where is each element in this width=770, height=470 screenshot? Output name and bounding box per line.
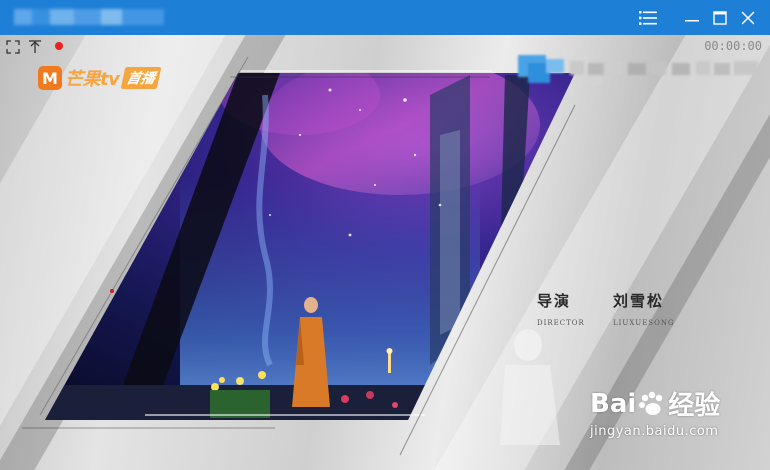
watermark-url: jingyan.baidu.com [590, 424, 719, 439]
minimize-icon [685, 19, 699, 21]
watermark-brand-right: 经验 [668, 391, 721, 421]
baidu-jingyan-watermark: Bai 经验 jingyan.baidu.com [590, 385, 721, 440]
credit-title: 刘雪松 [613, 292, 665, 310]
record-indicator [55, 42, 63, 50]
credit-title: 导演 [537, 292, 572, 310]
close-icon [741, 10, 755, 25]
menu-button[interactable] [632, 0, 664, 35]
pin-top-icon [29, 40, 41, 53]
player-window: 00:00:00 M 芒果tv 首播 导演 DIRECTOR 刘雪松 LIUXU… [0, 0, 770, 470]
fullscreen-button[interactable] [4, 38, 22, 56]
pixelated-overlay [518, 49, 763, 85]
watermark-brand-left: Bai [590, 388, 637, 419]
logo-badge: 首播 [121, 67, 162, 89]
channel-logo: M 芒果tv 首播 [38, 65, 162, 91]
title-bar[interactable] [0, 0, 770, 35]
close-button[interactable] [732, 0, 764, 35]
logo-mark: M [38, 66, 62, 90]
credit-director-name: 刘雪松 LIUXUESONG [613, 290, 675, 327]
pin-top-button[interactable] [26, 38, 44, 56]
credit-director-role: 导演 DIRECTOR [537, 290, 585, 327]
logo-text: 芒果tv [65, 69, 120, 90]
window-title-blurred [14, 9, 164, 25]
fullscreen-icon [6, 40, 20, 54]
list-icon [639, 10, 657, 25]
credit-subtitle: DIRECTOR [537, 319, 585, 327]
video-stage[interactable]: 00:00:00 M 芒果tv 首播 导演 DIRECTOR 刘雪松 LIUXU… [0, 35, 770, 470]
credit-subtitle: LIUXUESONG [613, 319, 675, 327]
maximize-icon [713, 10, 727, 25]
paw-icon [639, 391, 663, 415]
